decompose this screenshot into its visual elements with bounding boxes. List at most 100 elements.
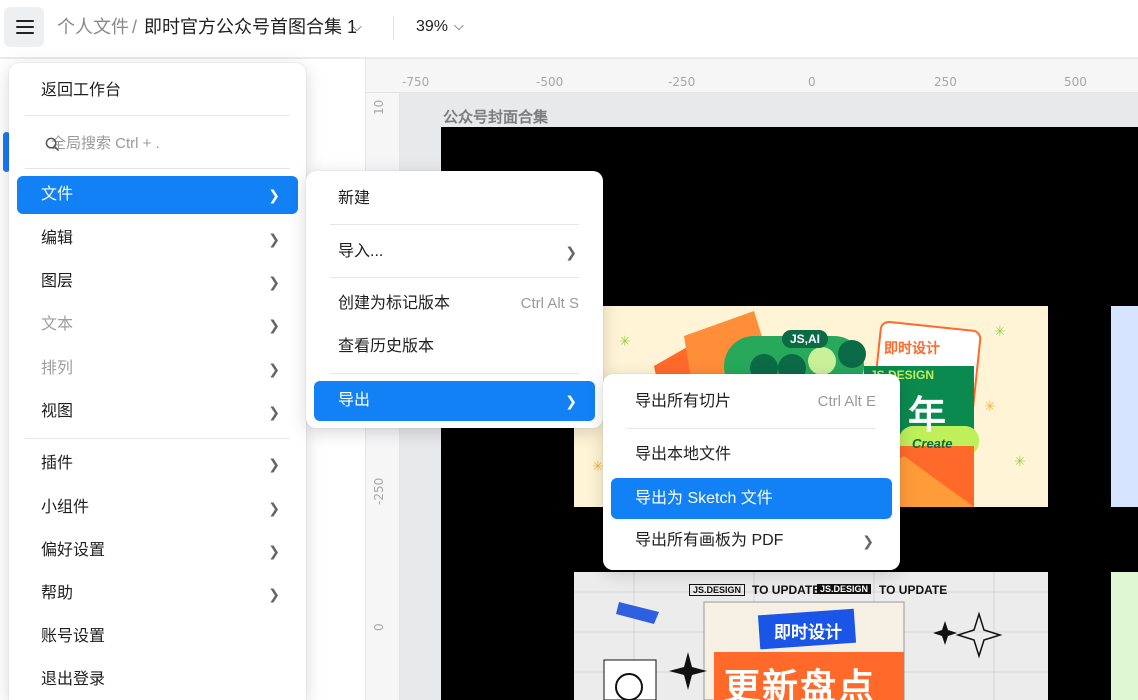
search-placeholder: 全局搜索 Ctrl + . [51, 135, 160, 152]
menu-item-label: 导出所有切片 [635, 393, 732, 410]
menu-separator [25, 438, 290, 439]
menu-item-export-local-file[interactable]: 导出本地文件 [611, 436, 892, 474]
menu-item-label: 小组件 [41, 499, 90, 516]
menu-item-label: 导出为 Sketch 文件 [635, 490, 773, 507]
chevron-right-icon: ❯ [268, 586, 280, 602]
menu-item-label: 导出 [338, 392, 371, 409]
chevron-down-icon[interactable]: ⌵ [352, 16, 362, 38]
menu-item-export-sketch[interactable]: 导出为 Sketch 文件 [611, 478, 892, 519]
chevron-right-icon: ❯ [268, 231, 280, 247]
chevron-right-icon: ❯ [268, 543, 280, 559]
svg-text:✳: ✳ [994, 323, 1006, 339]
search-icon [45, 137, 60, 152]
card-create-label: Create [912, 436, 953, 451]
menu-item-label: 账号设置 [41, 628, 106, 645]
card-tag: JS.DESIGN [689, 584, 746, 596]
menu-item-help[interactable]: 帮助 ❯ [17, 575, 298, 613]
menu-item-version-history[interactable]: 查看历史版本 [314, 328, 595, 366]
menu-item-label: 文件 [41, 186, 74, 203]
chevron-right-icon: ❯ [565, 393, 577, 409]
toolbar-divider [393, 16, 394, 40]
chevron-right-icon: ❯ [268, 361, 280, 377]
menu-item-label: 插件 [41, 455, 74, 472]
menu-item-back-to-workspace[interactable]: 返回工作台 [17, 72, 298, 110]
menu-item-plugins[interactable]: 插件 ❯ [17, 445, 298, 483]
ruler-tick: 10 [372, 99, 386, 115]
shortcut-label: Ctrl Alt E [817, 393, 876, 410]
ruler-tick: -750 [402, 75, 430, 89]
chevron-right-icon: ❯ [565, 244, 577, 260]
card-badge-ai: JS,AI [782, 330, 829, 348]
menu-separator [25, 115, 290, 116]
menu-separator [25, 168, 290, 169]
menu-item-account-settings[interactable]: 账号设置 [17, 618, 298, 656]
chevron-right-icon: ❯ [268, 317, 280, 333]
chevron-right-icon: ❯ [268, 274, 280, 290]
chevron-right-icon: ❯ [268, 404, 280, 420]
menu-item-layer[interactable]: 图层 ❯ [17, 263, 298, 301]
menu-item-import[interactable]: 导入... ❯ [314, 233, 595, 271]
horizontal-ruler: -750 -500 -250 0 250 500 [366, 59, 1138, 93]
menu-item-widgets[interactable]: 小组件 ❯ [17, 489, 298, 527]
chevron-right-icon: ❯ [268, 500, 280, 516]
ruler-tick: 0 [372, 623, 386, 631]
menu-item-new[interactable]: 新建 [314, 180, 595, 218]
menu-item-logout[interactable]: 退出登录 [17, 661, 298, 699]
menu-item-export[interactable]: 导出 ❯ [314, 381, 595, 421]
svg-text:✳: ✳ [619, 333, 631, 349]
menu-separator [330, 224, 579, 225]
menu-item-label: 编辑 [41, 230, 74, 247]
cover-card-partial[interactable] [1111, 572, 1138, 700]
menu-item-preferences[interactable]: 偏好设置 ❯ [17, 532, 298, 570]
chevron-right-icon: ❯ [862, 533, 874, 549]
card-title: 更新盘点 [724, 666, 877, 700]
ruler-tick: 250 [934, 75, 957, 89]
svg-text:✳: ✳ [1014, 453, 1026, 469]
menu-item-label: 导入... [338, 243, 384, 260]
ruler-tick: -500 [536, 75, 564, 89]
ruler-tick: -250 [668, 75, 696, 89]
menu-item-label: 视图 [41, 403, 74, 420]
menu-item-view[interactable]: 视图 ❯ [17, 393, 298, 431]
menu-item-label: 导出本地文件 [635, 446, 732, 463]
file-name[interactable]: 即时官方公众号首图合集 1 [144, 16, 357, 38]
menu-item-arrange[interactable]: 排列 ❯ [17, 350, 298, 388]
menu-item-export-all-slices[interactable]: 导出所有切片 Ctrl Alt E [611, 383, 892, 421]
menu-item-text[interactable]: 文本 ❯ [17, 306, 298, 344]
svg-text:✳: ✳ [984, 398, 996, 414]
card-update-label: TO UPDATE [879, 583, 948, 597]
ruler-tick: 0 [808, 75, 816, 89]
zoom-level[interactable]: 39% [416, 18, 448, 36]
file-submenu: 新建 导入... ❯ 创建为标记版本 Ctrl Alt S 查看历史版本 导出 ❯ [306, 171, 603, 428]
menu-item-label: 帮助 [41, 585, 74, 602]
menu-item-label: 查看历史版本 [338, 338, 435, 355]
svg-text:✳: ✳ [592, 458, 604, 474]
zoom-chevron-down-icon[interactable]: ⌵ [454, 18, 464, 34]
menu-item-label: 文本 [41, 316, 74, 333]
menu-item-label: 退出登录 [41, 671, 106, 688]
card-brand-label: 即时设计 [884, 340, 940, 356]
menu-item-file[interactable]: 文件 ❯ [17, 176, 298, 214]
menu-item-edit[interactable]: 编辑 ❯ [17, 220, 298, 258]
shortcut-label: Ctrl Alt S [520, 295, 579, 312]
menu-item-label: 创建为标记版本 [338, 295, 451, 312]
export-submenu: 导出所有切片 Ctrl Alt E 导出本地文件 导出为 Sketch 文件 导出… [603, 374, 900, 570]
menu-separator [330, 373, 579, 374]
top-bar: 个人文件 / 即时官方公众号首图合集 1 ⌵ 39% ⌵ [0, 0, 1138, 58]
global-search-input[interactable]: 全局搜索 Ctrl + . [17, 124, 298, 164]
ruler-tick: 500 [1064, 75, 1087, 89]
menu-item-create-tagged-version[interactable]: 创建为标记版本 Ctrl Alt S [314, 285, 595, 323]
frame-label[interactable]: 公众号封面合集 [443, 106, 548, 127]
menu-icon[interactable] [4, 7, 44, 47]
card-update-label: TO UPDATE [752, 583, 821, 597]
ruler-tick: -250 [372, 477, 386, 505]
cover-card-update[interactable]: JS.DESIGN TO UPDATE JS.DESIGN TO UPDATE … [574, 572, 1048, 700]
card-big-character: 年 [908, 395, 947, 437]
menu-separator [330, 277, 579, 278]
menu-item-export-pdf[interactable]: 导出所有画板为 PDF ❯ [611, 522, 892, 560]
menu-item-label: 导出所有画板为 PDF [635, 532, 784, 549]
cover-card-partial[interactable] [1111, 306, 1138, 507]
breadcrumb-personal-files[interactable]: 个人文件 [57, 16, 129, 38]
menu-item-label: 返回工作台 [41, 82, 122, 99]
menu-item-label: 偏好设置 [41, 542, 106, 559]
